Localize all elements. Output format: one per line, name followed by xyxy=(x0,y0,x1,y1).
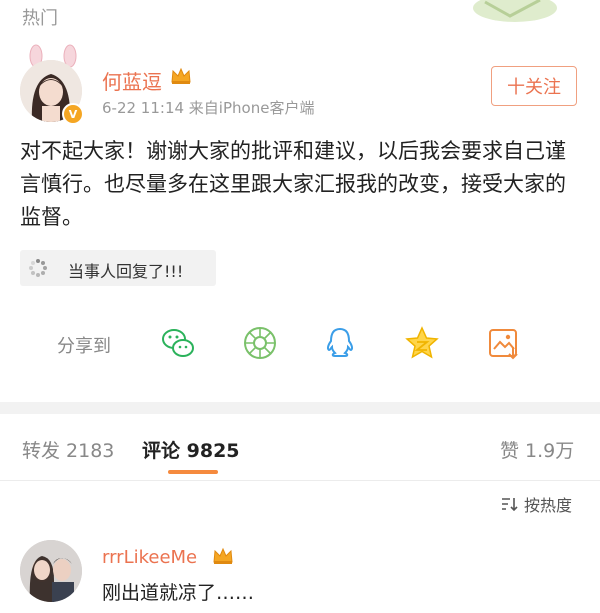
share-label: 分享到 xyxy=(57,336,111,357)
qq-icon[interactable] xyxy=(322,325,358,361)
commenter-name[interactable]: rrrLikeeMe xyxy=(102,547,197,568)
verified-badge-icon: V xyxy=(62,103,84,125)
wechat-icon[interactable] xyxy=(160,325,196,361)
tab-comments[interactable]: 评论 9825 xyxy=(142,436,240,463)
tab-comments-label: 评论 xyxy=(142,440,181,462)
save-image-icon[interactable] xyxy=(486,325,522,361)
tab-comments-count: 9825 xyxy=(186,440,240,462)
tab-repost[interactable]: 转发 2183 xyxy=(22,436,114,463)
commenter-avatar[interactable] xyxy=(20,540,82,602)
active-tab-indicator xyxy=(168,470,218,474)
topic-text[interactable]: 当事人回复了!!! xyxy=(68,258,183,282)
moments-icon[interactable] xyxy=(242,325,278,361)
qzone-icon[interactable] xyxy=(404,325,440,361)
section-label: 热门 xyxy=(22,8,58,29)
sort-icon xyxy=(502,498,518,512)
tabs-divider xyxy=(0,480,600,481)
member-crown-icon xyxy=(213,547,233,564)
loading-spinner-icon xyxy=(29,259,47,277)
member-crown-icon xyxy=(171,67,191,84)
section-divider xyxy=(0,402,600,414)
decorative-banner-icon xyxy=(473,0,557,22)
sort-by-hot-button[interactable]: 按热度 xyxy=(524,492,572,516)
comment-text: 刚出道就凉了…… xyxy=(102,582,255,604)
follow-button[interactable]: 十关注 xyxy=(491,66,577,106)
tab-likes[interactable]: 赞 1.9万 xyxy=(500,436,574,463)
author-name[interactable]: 何蓝逗 xyxy=(102,66,162,95)
post-meta: 6-22 11:14 来自iPhone客户端 xyxy=(102,99,315,117)
post-content: 对不起大家！谢谢大家的批评和建议，以后我会要求自己谨言慎行。也尽量多在这里跟大家… xyxy=(20,139,566,229)
